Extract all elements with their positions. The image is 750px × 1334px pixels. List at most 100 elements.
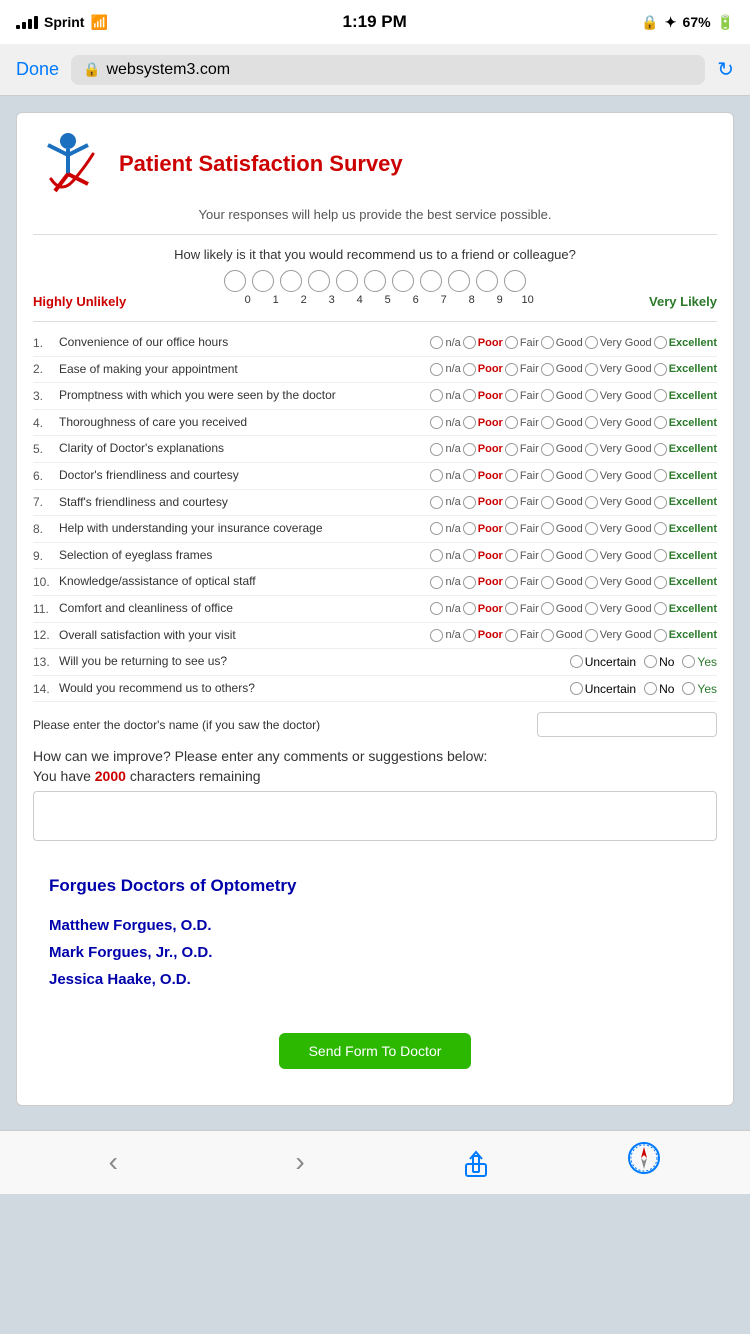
comments-textarea[interactable] xyxy=(33,791,717,841)
q4-option-n/a[interactable]: n/a xyxy=(430,416,460,429)
q10-option-n/a[interactable]: n/a xyxy=(430,576,460,589)
nps-radio-2[interactable] xyxy=(280,270,302,292)
q6-option-n/a[interactable]: n/a xyxy=(430,469,460,482)
q10-option-poor[interactable]: Poor xyxy=(463,576,503,589)
q7-option-verygood[interactable]: Very Good xyxy=(585,496,652,509)
page-content: Patient Satisfaction Survey Your respons… xyxy=(0,96,750,1122)
q12-option-good[interactable]: Good xyxy=(541,629,583,642)
q11-option-excellent[interactable]: Excellent xyxy=(654,602,717,615)
nps-radio-9[interactable] xyxy=(476,270,498,292)
q5-option-excellent[interactable]: Excellent xyxy=(654,443,717,456)
q8-option-fair[interactable]: Fair xyxy=(505,522,539,535)
q7-option-n/a[interactable]: n/a xyxy=(430,496,460,509)
q2-option-fair[interactable]: Fair xyxy=(505,363,539,376)
submit-button[interactable]: Send Form To Doctor xyxy=(279,1033,472,1069)
q6-option-verygood[interactable]: Very Good xyxy=(585,469,652,482)
nps-radio-3[interactable] xyxy=(308,270,330,292)
yn-option-yes[interactable]: Yes xyxy=(682,655,717,669)
q5-option-fair[interactable]: Fair xyxy=(505,443,539,456)
q11-option-n/a[interactable]: n/a xyxy=(430,602,460,615)
q3-option-excellent[interactable]: Excellent xyxy=(654,389,717,402)
q1-option-excellent[interactable]: Excellent xyxy=(654,336,717,349)
q3-option-good[interactable]: Good xyxy=(541,389,583,402)
nps-radio-5[interactable] xyxy=(364,270,386,292)
back-button[interactable]: ‹ xyxy=(89,1138,138,1186)
q1-option-poor[interactable]: Poor xyxy=(463,336,503,349)
q8-option-poor[interactable]: Poor xyxy=(463,522,503,535)
q9-option-poor[interactable]: Poor xyxy=(463,549,503,562)
refresh-button[interactable]: ↻ xyxy=(717,57,734,82)
yn-option-no[interactable]: No xyxy=(644,682,674,696)
q5-option-poor[interactable]: Poor xyxy=(463,443,503,456)
q9-option-good[interactable]: Good xyxy=(541,549,583,562)
q5-option-n/a[interactable]: n/a xyxy=(430,443,460,456)
q1-option-good[interactable]: Good xyxy=(541,336,583,349)
q9-option-fair[interactable]: Fair xyxy=(505,549,539,562)
q11-option-fair[interactable]: Fair xyxy=(505,602,539,615)
q11-option-good[interactable]: Good xyxy=(541,602,583,615)
yn-option-no[interactable]: No xyxy=(644,655,674,669)
nps-radio-8[interactable] xyxy=(448,270,470,292)
q9-option-excellent[interactable]: Excellent xyxy=(654,549,717,562)
q7-option-good[interactable]: Good xyxy=(541,496,583,509)
nps-radio-7[interactable] xyxy=(420,270,442,292)
q4-option-fair[interactable]: Fair xyxy=(505,416,539,429)
q6-option-fair[interactable]: Fair xyxy=(505,469,539,482)
q10-option-excellent[interactable]: Excellent xyxy=(654,576,717,589)
yn-option-uncertain[interactable]: Uncertain xyxy=(570,655,636,669)
q8-option-good[interactable]: Good xyxy=(541,522,583,535)
q6-option-poor[interactable]: Poor xyxy=(463,469,503,482)
q3-option-n/a[interactable]: n/a xyxy=(430,389,460,402)
q10-option-fair[interactable]: Fair xyxy=(505,576,539,589)
nps-radio-6[interactable] xyxy=(392,270,414,292)
q6-option-excellent[interactable]: Excellent xyxy=(654,469,717,482)
q9-option-verygood[interactable]: Very Good xyxy=(585,549,652,562)
q1-option-fair[interactable]: Fair xyxy=(505,336,539,349)
q8-option-verygood[interactable]: Very Good xyxy=(585,522,652,535)
nps-radio-0[interactable] xyxy=(224,270,246,292)
q2-option-n/a[interactable]: n/a xyxy=(430,363,460,376)
q11-option-verygood[interactable]: Very Good xyxy=(585,602,652,615)
q1-option-verygood[interactable]: Very Good xyxy=(585,336,652,349)
q8-option-n/a[interactable]: n/a xyxy=(430,522,460,535)
q5-option-verygood[interactable]: Very Good xyxy=(585,443,652,456)
nps-radio-1[interactable] xyxy=(252,270,274,292)
q4-option-verygood[interactable]: Very Good xyxy=(585,416,652,429)
q1-option-n/a[interactable]: n/a xyxy=(430,336,460,349)
yn-option-yes[interactable]: Yes xyxy=(682,682,717,696)
done-button[interactable]: Done xyxy=(16,59,59,80)
q2-option-good[interactable]: Good xyxy=(541,363,583,376)
q11-option-poor[interactable]: Poor xyxy=(463,602,503,615)
q6-option-good[interactable]: Good xyxy=(541,469,583,482)
q12-option-fair[interactable]: Fair xyxy=(505,629,539,642)
q5-option-good[interactable]: Good xyxy=(541,443,583,456)
url-bar[interactable]: 🔒 websystem3.com xyxy=(71,55,705,85)
q12-option-verygood[interactable]: Very Good xyxy=(585,629,652,642)
q4-option-excellent[interactable]: Excellent xyxy=(654,416,717,429)
share-button[interactable] xyxy=(462,1146,490,1178)
q3-option-verygood[interactable]: Very Good xyxy=(585,389,652,402)
q2-option-excellent[interactable]: Excellent xyxy=(654,363,717,376)
q7-option-fair[interactable]: Fair xyxy=(505,496,539,509)
q8-option-excellent[interactable]: Excellent xyxy=(654,522,717,535)
doctor-name-input[interactable] xyxy=(537,712,717,737)
nps-radio-10[interactable] xyxy=(504,270,526,292)
q7-option-excellent[interactable]: Excellent xyxy=(654,496,717,509)
forward-button[interactable]: › xyxy=(275,1138,324,1186)
q3-option-fair[interactable]: Fair xyxy=(505,389,539,402)
compass-button[interactable] xyxy=(627,1141,661,1183)
q3-option-poor[interactable]: Poor xyxy=(463,389,503,402)
nps-radio-4[interactable] xyxy=(336,270,358,292)
q12-option-poor[interactable]: Poor xyxy=(463,629,503,642)
q12-option-excellent[interactable]: Excellent xyxy=(654,629,717,642)
q7-option-poor[interactable]: Poor xyxy=(463,496,503,509)
yn-option-uncertain[interactable]: Uncertain xyxy=(570,682,636,696)
q12-option-n/a[interactable]: n/a xyxy=(430,629,460,642)
q2-option-poor[interactable]: Poor xyxy=(463,363,503,376)
q10-option-good[interactable]: Good xyxy=(541,576,583,589)
q4-option-poor[interactable]: Poor xyxy=(463,416,503,429)
q10-option-verygood[interactable]: Very Good xyxy=(585,576,652,589)
q9-option-n/a[interactable]: n/a xyxy=(430,549,460,562)
q2-option-verygood[interactable]: Very Good xyxy=(585,363,652,376)
q4-option-good[interactable]: Good xyxy=(541,416,583,429)
